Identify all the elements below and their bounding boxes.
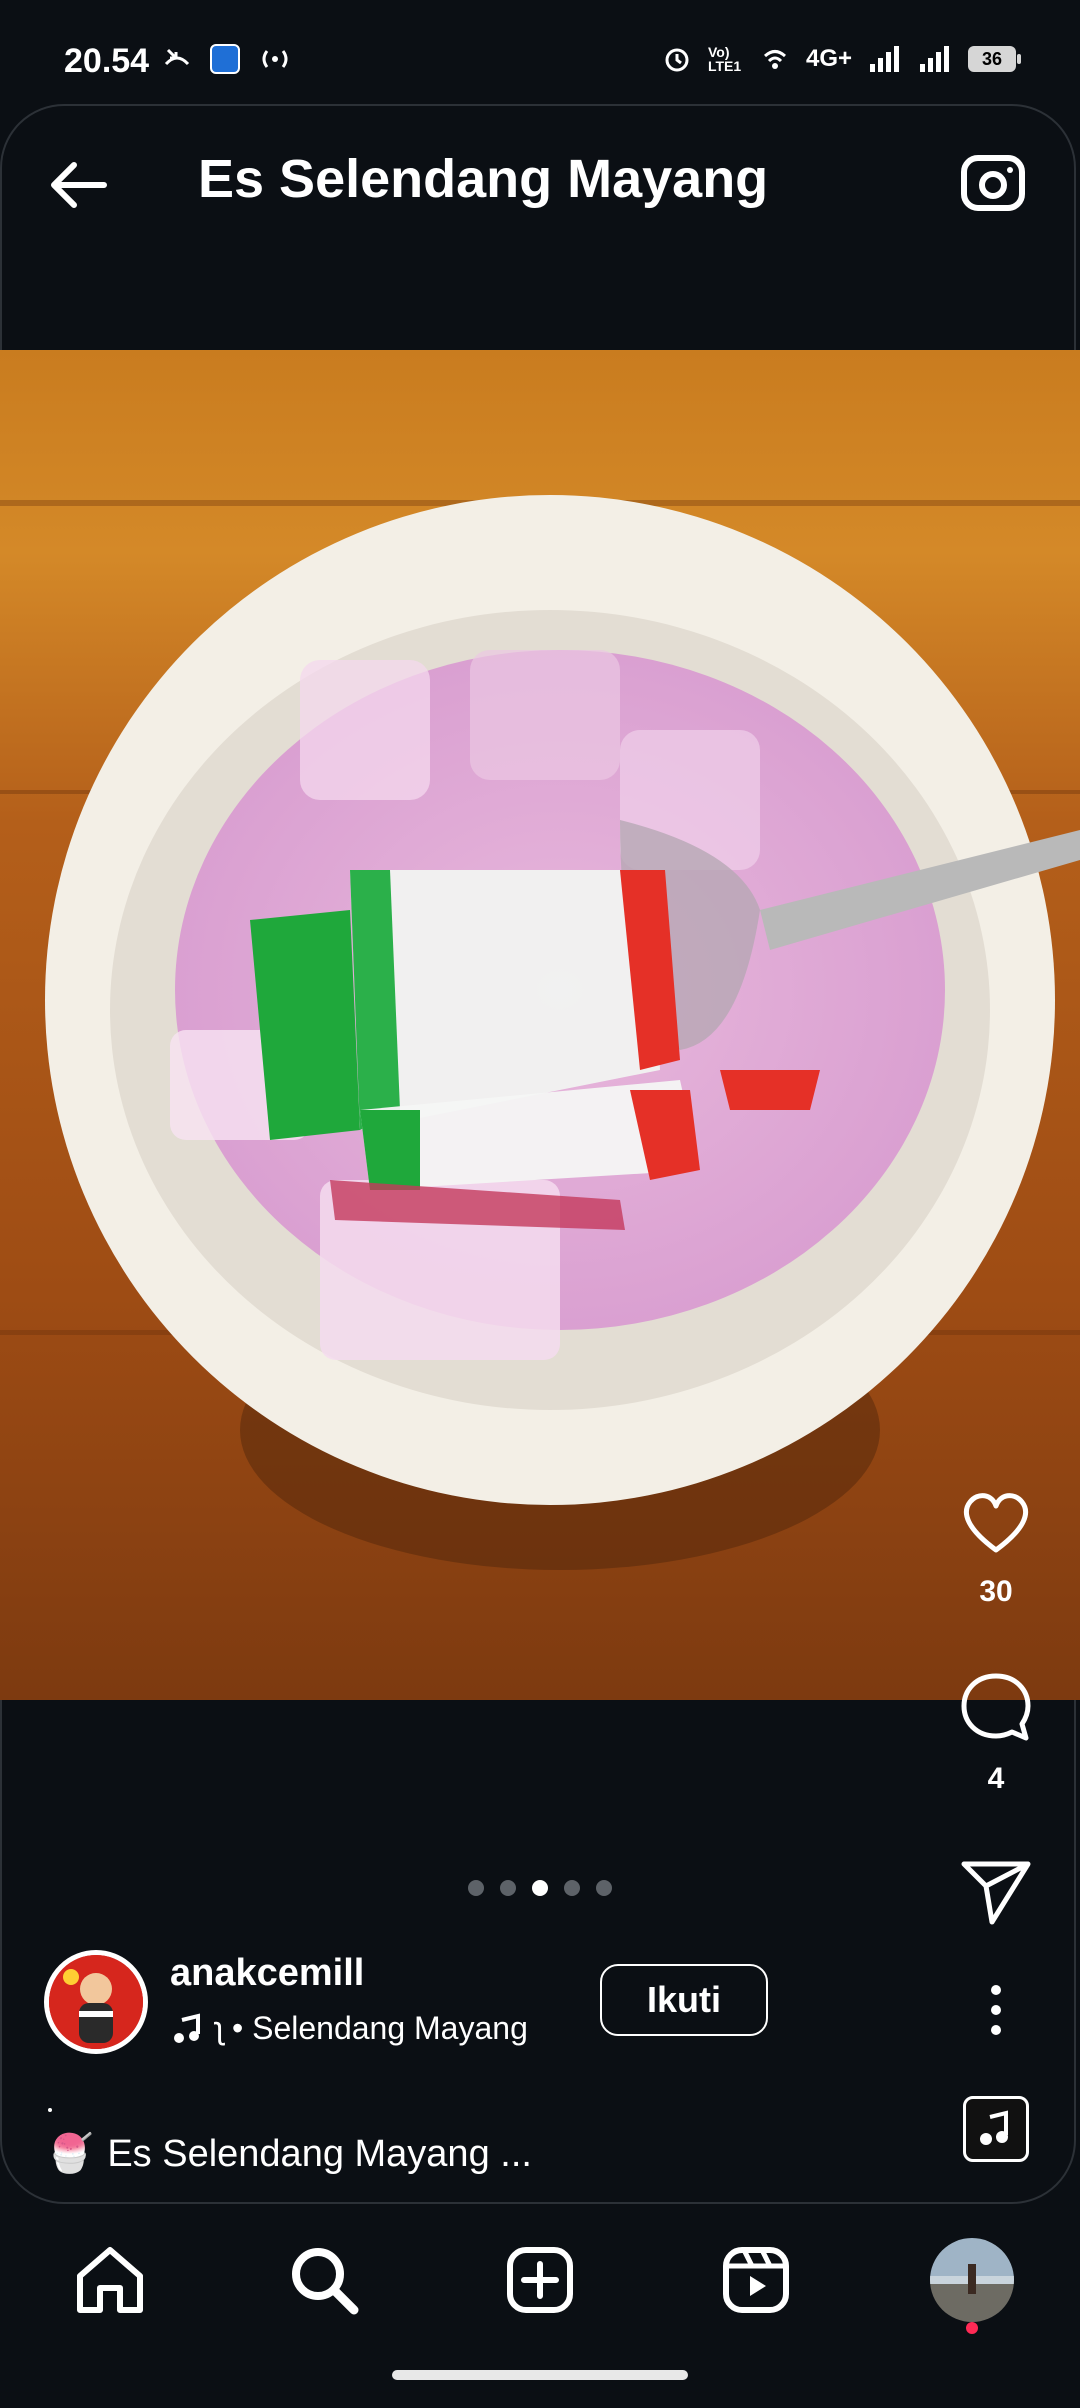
home-indicator[interactable]: [392, 2370, 688, 2380]
alarm-icon: [665, 48, 689, 72]
missed-call-icon: [164, 48, 190, 66]
profile-avatar[interactable]: [930, 2238, 1014, 2322]
hotspot-icon: [262, 50, 288, 68]
volte-indicator: Vo) LTE1: [707, 44, 742, 74]
reels-icon[interactable]: [716, 2240, 796, 2320]
caption-text: Es Selendang Mayang ...: [107, 2132, 532, 2175]
audio-title: ʅ • Selendang Mayang: [216, 2010, 528, 2046]
status-bar: 20.54 Vo) LTE1 4G+ 36: [0, 0, 1080, 100]
username[interactable]: anakcemill: [170, 1952, 364, 1995]
music-note-icon: [980, 2110, 1008, 2145]
caption[interactable]: 🍧 Es Selendang Mayang ...: [46, 2132, 532, 2176]
caption-emoji: 🍧: [46, 2133, 94, 2175]
carousel-dot-1: [468, 1880, 484, 1896]
signal-icon-1: [870, 46, 899, 72]
status-time: 20.54: [64, 42, 150, 80]
carousel-indicator: [468, 1880, 612, 1896]
carousel-dot-3: [532, 1880, 548, 1896]
avatar[interactable]: [44, 1950, 148, 2054]
comment-icon[interactable]: [956, 1668, 1036, 1748]
search-icon[interactable]: [284, 2240, 364, 2320]
app-badge-icon: [210, 44, 240, 74]
post-photo[interactable]: [0, 350, 1080, 1700]
create-icon[interactable]: [500, 2240, 580, 2320]
battery-indicator: 36: [968, 46, 1021, 72]
heart-icon[interactable]: [956, 1482, 1036, 1562]
carousel-dot-4: [564, 1880, 580, 1896]
status-right: Vo) LTE1 4G+ 36: [662, 44, 1021, 74]
like-count: 30: [979, 1575, 1013, 1608]
wifi-icon: [763, 50, 786, 69]
home-icon[interactable]: [70, 2240, 150, 2320]
back-icon[interactable]: [44, 150, 114, 220]
share-icon[interactable]: [956, 1850, 1036, 1930]
comment-count: 4: [987, 1762, 1005, 1795]
battery-level: 36: [981, 48, 1003, 69]
more-options-icon[interactable]: [980, 1980, 1012, 2040]
network-type: 4G+: [805, 45, 852, 72]
music-icon: [174, 2012, 200, 2043]
carousel-dot-2: [500, 1880, 516, 1896]
camera-icon[interactable]: [958, 148, 1028, 218]
audio-link[interactable]: ʅ • Selendang Mayang: [170, 2010, 528, 2047]
status-left-icons: [162, 44, 292, 74]
notification-dot: [966, 2322, 978, 2334]
follow-button[interactable]: Ikuti: [600, 1964, 768, 2036]
page-title: Es Selendang Mayang: [198, 149, 769, 209]
carousel-dot-5: [596, 1880, 612, 1896]
signal-icon-2: [920, 46, 949, 72]
caption-dot: [48, 2108, 52, 2112]
audio-thumbnail[interactable]: [963, 2096, 1029, 2162]
